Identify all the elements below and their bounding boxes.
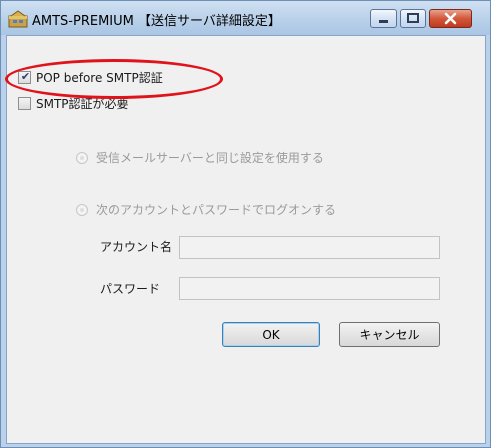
- ok-button[interactable]: OK: [222, 322, 320, 347]
- window-title: AMTS-PREMIUM 【送信サーバ詳細設定】: [32, 14, 281, 29]
- close-button[interactable]: [429, 9, 472, 28]
- maximize-icon: [407, 13, 419, 23]
- highlight-annotation: [5, 59, 223, 99]
- password-field[interactable]: [179, 277, 440, 300]
- smtp-auth-checkbox[interactable]: [18, 97, 31, 110]
- password-label: パスワード: [100, 282, 161, 296]
- settings-window: AMTS-PREMIUM 【送信サーバ詳細設定】 ✔ POP before SM…: [0, 0, 491, 448]
- close-icon: [444, 12, 457, 25]
- radio-logon-with-account-label: 次のアカウントとパスワードでログオンする: [96, 203, 337, 217]
- app-icon: [8, 10, 28, 28]
- title-bar[interactable]: AMTS-PREMIUM 【送信サーバ詳細設定】: [1, 1, 490, 35]
- radio-logon-with-account[interactable]: 次のアカウントとパスワードでログオンする: [76, 201, 336, 218]
- radio-same-as-incoming[interactable]: 受信メールサーバーと同じ設定を使用する: [76, 149, 324, 166]
- cancel-button[interactable]: キャンセル: [339, 322, 440, 347]
- radio-button[interactable]: [76, 203, 88, 216]
- radio-button[interactable]: [76, 151, 88, 164]
- minimize-icon: [379, 20, 388, 23]
- radio-same-as-incoming-label: 受信メールサーバーと同じ設定を使用する: [96, 151, 324, 165]
- account-name-field[interactable]: [179, 236, 440, 259]
- maximize-button[interactable]: [400, 9, 426, 28]
- minimize-button[interactable]: [370, 9, 397, 28]
- account-name-label: アカウント名: [100, 240, 173, 254]
